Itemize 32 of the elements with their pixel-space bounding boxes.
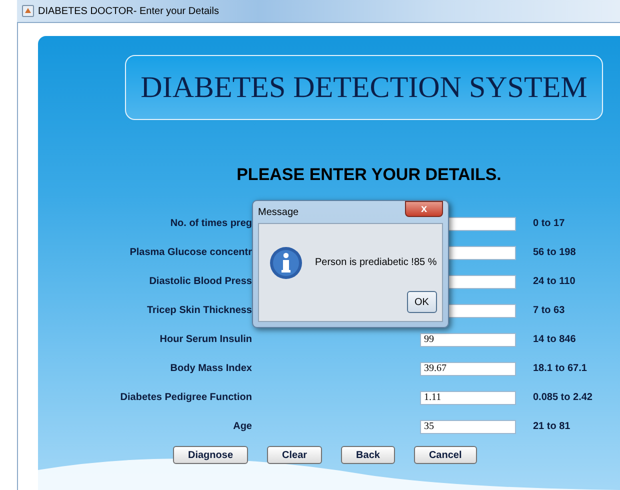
form-button[interactable]: Cancel [414,446,477,464]
window-title: DIABETES DOCTOR- Enter your Details [38,6,219,16]
field-label: Tricep Skin Thickness [146,305,252,316]
field-label: Body Mass Index [169,363,252,374]
field-label: Diastolic Blood Press [148,276,252,287]
range-hint: 7 to 63 [532,305,566,316]
field-label: Diabetes Pedigree Function [119,392,252,403]
app-banner: DIABETES DETECTION SYSTEM [125,55,603,120]
range-hint: 18.1 to 67.1 [532,363,588,374]
input-field[interactable]: 35 [420,420,516,434]
form-button[interactable]: Clear [267,446,322,464]
form-button[interactable]: Back [341,446,395,464]
range-hint: 21 to 81 [532,421,572,432]
field-label: No. of times preg [169,218,252,229]
form-heading: PLEASE ENTER YOUR DETAILS. [236,165,502,185]
field-label: Hour Serum Insulin [158,334,252,345]
field-label: Age [232,421,252,432]
range-hint: 14 to 846 [532,334,577,345]
range-hint: 0.085 to 2.42 [532,392,594,403]
range-hint: 24 to 110 [532,276,576,287]
input-field[interactable]: 1.11 [420,390,516,404]
dialog-message: Person is prediabetic !85 % [315,257,437,268]
range-hint: 56 to 198 [532,247,577,258]
form-button[interactable]: Diagnose [173,446,248,464]
range-hint: 0 to 17 [532,218,566,229]
field-label: Plasma Glucose concentr [128,247,252,258]
info-icon [269,246,303,280]
app-icon [22,5,34,17]
input-field[interactable]: 99 [420,332,516,346]
dialog-title: Message [258,206,299,218]
input-field[interactable]: 39.67 [420,362,516,376]
ok-button[interactable]: OK [406,291,437,313]
